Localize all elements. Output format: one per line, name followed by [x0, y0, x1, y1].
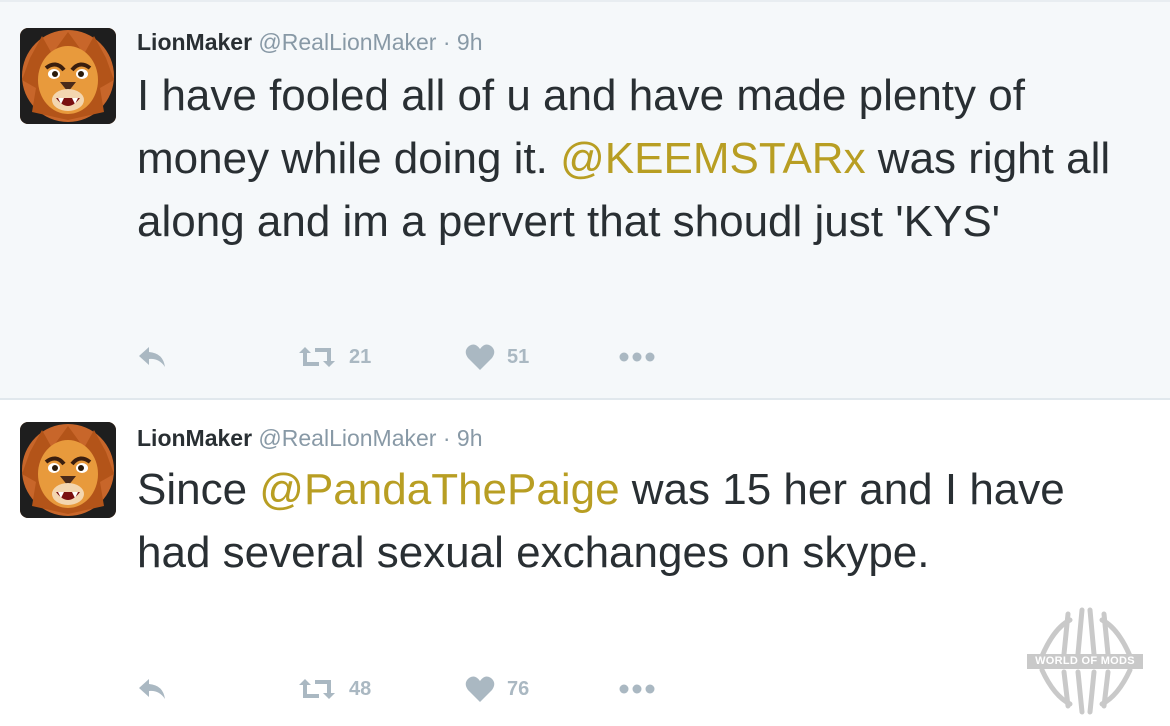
- retweet-count: 21: [349, 345, 372, 368]
- tweet-header: LionMaker @RealLionMaker · 9h: [137, 424, 483, 452]
- retweet-button[interactable]: 48: [297, 672, 371, 706]
- author-handle[interactable]: @RealLionMaker: [258, 29, 436, 55]
- tweet-text: Since @PandaThePaige was 15 her and I ha…: [137, 458, 1147, 584]
- reply-button[interactable]: [137, 672, 167, 706]
- like-button[interactable]: 76: [465, 672, 529, 706]
- tweet-2[interactable]: LionMaker @RealLionMaker · 9h Since @Pan…: [0, 398, 1170, 726]
- like-button[interactable]: 51: [465, 340, 529, 374]
- separator-dot: ·: [442, 425, 451, 451]
- watermark-label: WORLD OF MODS: [1027, 654, 1143, 669]
- tweet-text: I have fooled all of u and have made ple…: [137, 64, 1147, 253]
- tweet-actions: 48 76: [137, 672, 697, 706]
- retweet-count: 48: [349, 677, 372, 700]
- mention-link[interactable]: @KEEMSTARx: [560, 134, 865, 183]
- tweet-actions: 21 51: [137, 340, 697, 374]
- avatar[interactable]: [20, 28, 116, 124]
- author-name[interactable]: LionMaker: [137, 425, 252, 451]
- avatar[interactable]: [20, 422, 116, 518]
- reply-icon: [139, 347, 165, 367]
- watermark: WORLD OF MODS: [1024, 606, 1148, 716]
- more-button[interactable]: [619, 672, 655, 706]
- heart-icon: [465, 344, 495, 370]
- author-handle[interactable]: @RealLionMaker: [258, 425, 436, 451]
- like-count: 51: [507, 345, 530, 368]
- separator-dot: ·: [442, 29, 451, 55]
- tweet-text-segment: Since: [137, 465, 260, 514]
- mention-link[interactable]: @PandaThePaige: [259, 465, 619, 514]
- reply-button[interactable]: [137, 340, 167, 374]
- retweet-icon: [299, 347, 335, 367]
- like-count: 76: [507, 677, 530, 700]
- tweet-timestamp[interactable]: 9h: [457, 29, 483, 55]
- author-name[interactable]: LionMaker: [137, 29, 252, 55]
- tweet-1[interactable]: LionMaker @RealLionMaker · 9h I have foo…: [0, 0, 1170, 398]
- tweet-header: LionMaker @RealLionMaker · 9h: [137, 28, 483, 56]
- reply-icon: [139, 679, 165, 699]
- retweet-button[interactable]: 21: [297, 340, 371, 374]
- more-button[interactable]: [619, 340, 655, 374]
- lion-avatar-icon: [20, 422, 116, 518]
- more-icon: [619, 684, 655, 694]
- retweet-icon: [299, 679, 335, 699]
- tweet-timestamp[interactable]: 9h: [457, 425, 483, 451]
- lion-avatar-icon: [20, 28, 116, 124]
- more-icon: [619, 352, 655, 362]
- heart-icon: [465, 676, 495, 702]
